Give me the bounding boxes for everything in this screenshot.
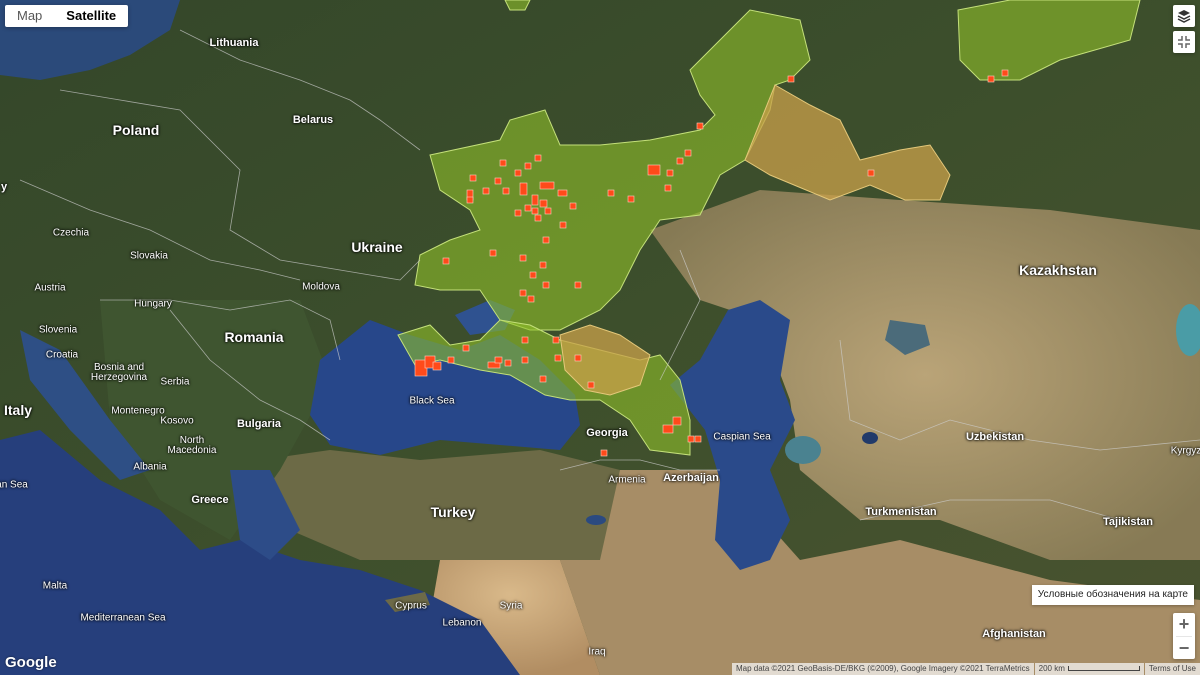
satellite-map[interactable] (0, 0, 1200, 675)
lake-4 (586, 515, 606, 525)
tab-satellite[interactable]: Satellite (54, 5, 128, 27)
scale-indicator[interactable]: 200 km (1034, 663, 1144, 675)
zoom-control: + − (1173, 613, 1195, 659)
map-data-attribution: Map data ©2021 GeoBasis-DE/BKG (©2009), … (731, 663, 1034, 675)
layers-button[interactable] (1173, 5, 1195, 27)
terms-link[interactable]: Terms of Use (1144, 663, 1200, 675)
google-logo[interactable]: Google (5, 654, 57, 671)
map-legend-button[interactable]: Условные обозначения на карте (1031, 585, 1194, 605)
tab-map[interactable]: Map (5, 5, 54, 27)
map-footer: Map data ©2021 GeoBasis-DE/BKG (©2009), … (731, 663, 1200, 675)
scale-label: 200 km (1038, 664, 1065, 673)
lake-1 (785, 436, 821, 464)
zoom-in-button[interactable]: + (1173, 613, 1195, 636)
fullscreen-exit-icon (1178, 36, 1190, 48)
fullscreen-button[interactable] (1173, 31, 1195, 53)
lake-2 (862, 432, 878, 444)
zoom-out-button[interactable]: − (1173, 637, 1195, 660)
scale-bar (1067, 666, 1140, 672)
map-type-control: Map Satellite (5, 5, 129, 27)
layers-icon (1177, 10, 1191, 23)
